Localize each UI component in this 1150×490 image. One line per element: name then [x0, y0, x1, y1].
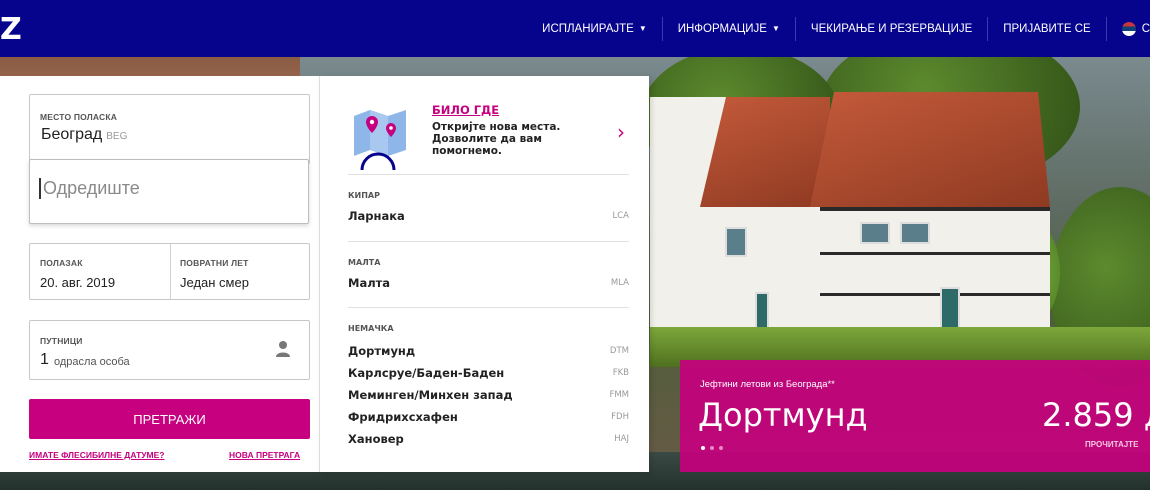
destination-item[interactable]: Малта MLA [348, 276, 629, 290]
destination-name: Ларнака [348, 209, 405, 223]
chevron-right-icon[interactable]: › [617, 120, 625, 144]
destination-code: HAJ [614, 434, 629, 444]
new-search-link[interactable]: НОВА ПРЕТРАГА [229, 450, 300, 460]
destination-name: Фридрихсхафен [348, 410, 458, 424]
caret-down-icon: ▼ [638, 24, 647, 33]
destination-code: FDH [611, 412, 629, 422]
destination-item[interactable]: Фридрихсхафен FDH [348, 410, 629, 424]
promo-subtitle: Јефтини летови из Београда** [700, 379, 835, 390]
timber-beam [820, 207, 1050, 211]
nav-information-label: ИНФОРМАЦИЈЕ [677, 22, 767, 35]
destination-item[interactable]: Меминген/Минхен запад FMM [348, 388, 629, 402]
origin-field[interactable]: МЕСТО ПОЛАСКА Београд BEG [29, 94, 310, 164]
flight-search-panel: МЕСТО ПОЛАСКА БеоградBEG ПОЛАЗАК 20. авг… [0, 76, 320, 472]
destination-input[interactable] [39, 178, 299, 199]
promo-city: Дортмунд [698, 396, 868, 434]
divider [348, 241, 629, 242]
carousel-dot[interactable] [719, 446, 723, 450]
nav-sign-in[interactable]: ПРИЈАВИТЕ СЕ [987, 16, 1105, 41]
caret-down-icon: ▼ [771, 24, 780, 33]
nav-sign-in-label: ПРИЈАВИТЕ СЕ [1003, 22, 1091, 35]
divider [348, 307, 629, 308]
promo-banner[interactable]: Јефтини летови из Београда** Дортмунд 2.… [680, 360, 1150, 472]
destination-name: Малта [348, 276, 391, 290]
window [900, 222, 930, 244]
origin-code: BEG [106, 131, 128, 142]
country-heading: МАЛТА [348, 258, 381, 267]
timber-beam [820, 293, 1050, 296]
language-label: С [1141, 22, 1150, 35]
departure-label: ПОЛАЗАК [40, 258, 83, 268]
carousel-dot[interactable] [710, 446, 714, 450]
destination-item[interactable]: Хановер HAJ [348, 432, 629, 446]
passengers-count: 1 [40, 351, 49, 368]
destination-field[interactable] [29, 159, 309, 224]
nav-plan-label: ИСПЛАНИРАЈТЕ [542, 22, 634, 35]
nav-plan[interactable]: ИСПЛАНИРАЈТЕ ▼ [527, 17, 662, 41]
dates-field[interactable]: ПОЛАЗАК 20. авг. 2019 ПОВРАТНИ ЛЕТ Један… [29, 243, 310, 300]
return-label: ПОВРАТНИ ЛЕТ [180, 258, 249, 268]
passengers-type: одрасла особа [54, 356, 130, 368]
dates-divider [170, 244, 171, 300]
roof [810, 92, 1050, 207]
top-navigation-bar: Z ИСПЛАНИРАЈТЕ ▼ ИНФОРМАЦИЈЕ ▼ ЧЕКИРАЊЕ … [0, 0, 1150, 57]
destination-code: FMM [609, 390, 629, 400]
destination-code: LCA [612, 211, 630, 221]
passengers-label: ПУТНИЦИ [40, 336, 83, 346]
destination-item[interactable]: Дортмунд DTM [348, 344, 629, 358]
window [725, 227, 747, 257]
flexible-dates-link[interactable]: ИМАТЕ ФЛЕСИБИЛНЕ ДАТУМЕ? [29, 450, 165, 460]
return-date[interactable]: Један смер [180, 275, 249, 290]
building-right [820, 207, 1050, 337]
destination-name: Карлсруе/Баден-Баден [348, 366, 505, 380]
country-heading: НЕМАЧКА [348, 324, 394, 333]
nav-checkin-bookings[interactable]: ЧЕКИРАЊЕ И РЕЗЕРВАЦИЈЕ [794, 16, 987, 41]
door [755, 292, 769, 332]
anywhere-description: Откријте нова места. Дозволите да вам по… [432, 121, 561, 157]
anywhere-link[interactable]: БИЛО ГДЕ [432, 103, 499, 117]
destination-item[interactable]: Ларнака LCA [348, 209, 629, 223]
language-selector[interactable]: С [1105, 16, 1150, 41]
promo-price: 2.859 д [1042, 396, 1150, 434]
origin-city: Београд [41, 126, 103, 143]
divider [348, 174, 629, 175]
country-heading: КИПАР [348, 191, 380, 200]
nav-information[interactable]: ИНФОРМАЦИЈЕ ▼ [661, 16, 795, 41]
nav-checkin-label: ЧЕКИРАЊЕ И РЕЗЕРВАЦИЈЕ [810, 22, 973, 35]
departure-date[interactable]: 20. авг. 2019 [40, 275, 115, 290]
destination-code: DTM [609, 346, 629, 356]
main-nav: ИСПЛАНИРАЈТЕ ▼ ИНФОРМАЦИЈЕ ▼ ЧЕКИРАЊЕ И … [527, 0, 1150, 57]
destination-dropdown: БИЛО ГДЕ Откријте нова места. Дозволите … [320, 76, 649, 472]
origin-value: Београд BEG [41, 126, 127, 144]
destination-code: MLA [610, 278, 629, 288]
destination-item[interactable]: Карлсруе/Баден-Баден FKB [348, 366, 629, 380]
carousel-dot[interactable] [701, 446, 705, 450]
read-more-link[interactable]: ПРОЧИТАЈТЕ [1085, 440, 1138, 449]
search-button[interactable]: ПРЕТРАЖИ [29, 399, 310, 439]
destination-name: Дортмунд [348, 344, 416, 358]
destination-code: FKB [612, 368, 629, 378]
origin-label: МЕСТО ПОЛАСКА [40, 112, 118, 122]
carousel-dots [701, 446, 723, 450]
timber-beam [820, 252, 1050, 255]
window [860, 222, 890, 244]
map-pin-icon [354, 110, 406, 170]
serbia-flag-icon [1121, 21, 1136, 36]
passengers-field[interactable]: ПУТНИЦИ 1 одрасла особа [29, 320, 310, 380]
destination-name: Хановер [348, 432, 404, 446]
person-icon [276, 341, 290, 357]
destination-name: Меминген/Минхен запад [348, 388, 513, 402]
door [940, 287, 960, 332]
logo[interactable]: Z [0, 12, 22, 47]
